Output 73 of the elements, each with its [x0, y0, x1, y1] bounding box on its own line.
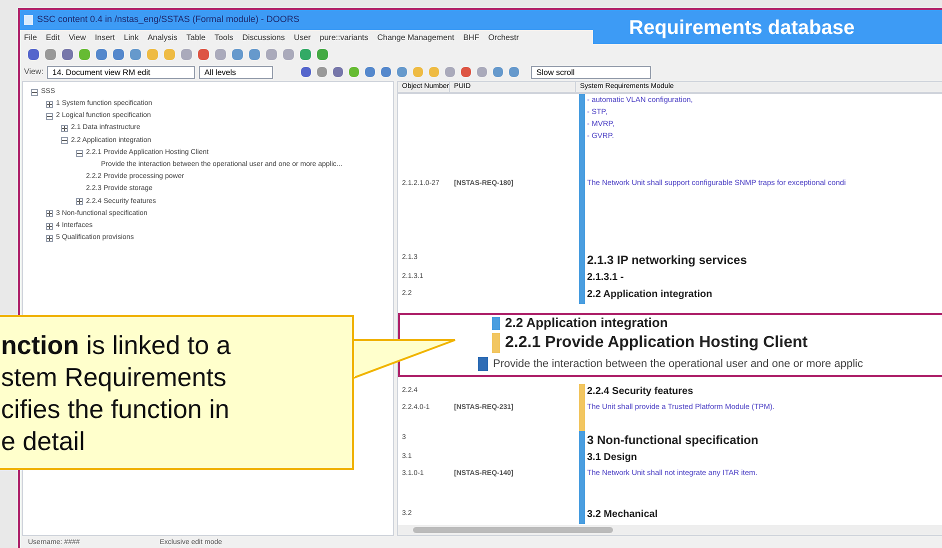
toolbar-icon[interactable] — [365, 67, 376, 77]
toolbar-icon[interactable] — [493, 67, 504, 77]
inset-text: 2.2 Application integration — [505, 315, 668, 331]
expander-icon[interactable] — [61, 125, 68, 132]
toolbar-icon[interactable] — [232, 48, 243, 60]
toolbar-icon[interactable] — [45, 48, 56, 60]
menu-item[interactable]: Analysis — [148, 32, 178, 44]
toolbar-icon[interactable] — [381, 67, 392, 77]
menu-item[interactable]: pure::variants — [320, 32, 368, 44]
menu-item[interactable]: Edit — [46, 32, 60, 44]
requirement-text: 2.1.3 IP networking services — [587, 252, 747, 269]
toolbar-icon[interactable] — [266, 48, 277, 60]
expander-icon[interactable] — [61, 137, 68, 144]
toolbar-icon[interactable] — [198, 48, 209, 60]
toolbar-icon[interactable] — [349, 67, 360, 77]
menu-item[interactable]: Insert — [94, 32, 115, 44]
toolbar-icon[interactable] — [301, 67, 312, 77]
expander-icon[interactable] — [46, 234, 53, 242]
view-label: View: — [24, 66, 44, 78]
menu-item[interactable]: Table — [186, 32, 206, 44]
levels-dropdown[interactable]: All levels — [199, 66, 274, 78]
scroll-dropdown[interactable]: Slow scroll — [531, 66, 652, 78]
expander-icon[interactable] — [31, 88, 38, 96]
toolbar-icon[interactable] — [509, 67, 520, 77]
toolbar-icon[interactable] — [96, 48, 107, 60]
menu-item[interactable]: Orchestr — [488, 32, 519, 44]
expander-icon[interactable] — [46, 222, 53, 230]
expander-icon[interactable] — [76, 198, 83, 206]
toolbar-icon[interactable] — [283, 48, 294, 60]
menu-item[interactable]: View — [68, 32, 86, 44]
toolbar-icon[interactable] — [317, 48, 328, 60]
toolbar-icon[interactable] — [249, 48, 260, 60]
inset-text: Provide the interaction between the operational user and one or more applic — [493, 357, 863, 372]
requirement-text: 3.2 Mechanical — [587, 508, 658, 522]
expander-icon[interactable] — [46, 100, 53, 108]
menu-item[interactable]: File — [24, 32, 37, 44]
requirement-text: 3 Non-functional specification — [587, 432, 758, 449]
expander-icon[interactable] — [46, 112, 53, 120]
horizontal-scrollbar[interactable] — [398, 525, 942, 535]
toolbar-icon[interactable] — [181, 48, 192, 60]
toolbar-icon[interactable] — [62, 48, 73, 60]
toolbar-icon[interactable] — [79, 48, 90, 60]
toolbar-icon[interactable] — [317, 67, 328, 77]
callout-text: e detail — [1, 424, 86, 456]
callout-text: stem Requirements — [1, 360, 228, 392]
callout-text: nction is linked to a — [1, 328, 232, 360]
app-icon — [24, 15, 33, 25]
toolbar-icon[interactable] — [28, 48, 39, 60]
toolbar-icon[interactable] — [333, 67, 344, 77]
requirement-text: 2.2 Application integration — [587, 288, 712, 302]
toolbar-icon[interactable] — [130, 48, 141, 60]
requirement-text: 2.2.4 Security features — [587, 385, 694, 399]
requirement-text: 2.1.3.1 - — [587, 271, 624, 285]
toolbar-icon[interactable] — [215, 48, 226, 60]
toolbar-icon[interactable] — [300, 48, 311, 60]
menu-item[interactable]: Change Management — [377, 32, 454, 44]
callout-text: cifies the function in — [1, 392, 230, 424]
toolbar-icon[interactable] — [397, 67, 408, 77]
toolbar-icon[interactable] — [113, 48, 124, 60]
toolbar-icon[interactable] — [477, 67, 488, 77]
view-dropdown[interactable]: 14. Document view RM edit — [47, 66, 196, 78]
menu-item[interactable]: User — [294, 32, 311, 44]
expander-icon[interactable] — [46, 210, 53, 218]
expander-icon[interactable] — [76, 150, 83, 157]
inset-text: 2.2.1 Provide Application Hosting Client — [505, 333, 808, 353]
menu-item[interactable]: Link — [124, 32, 139, 44]
menu-item[interactable]: Tools — [214, 32, 234, 44]
window-title: SSC content 0.4 in /nstas_eng/SSTAS (Formal module) - DOORS — [37, 13, 300, 26]
toolbar-icon[interactable] — [445, 67, 456, 77]
requirement-text: 3.1 Design — [587, 451, 638, 465]
menu-item[interactable]: BHF — [463, 32, 480, 44]
menu-item[interactable]: Discussions — [242, 32, 285, 44]
toolbar-icon[interactable] — [461, 67, 472, 77]
